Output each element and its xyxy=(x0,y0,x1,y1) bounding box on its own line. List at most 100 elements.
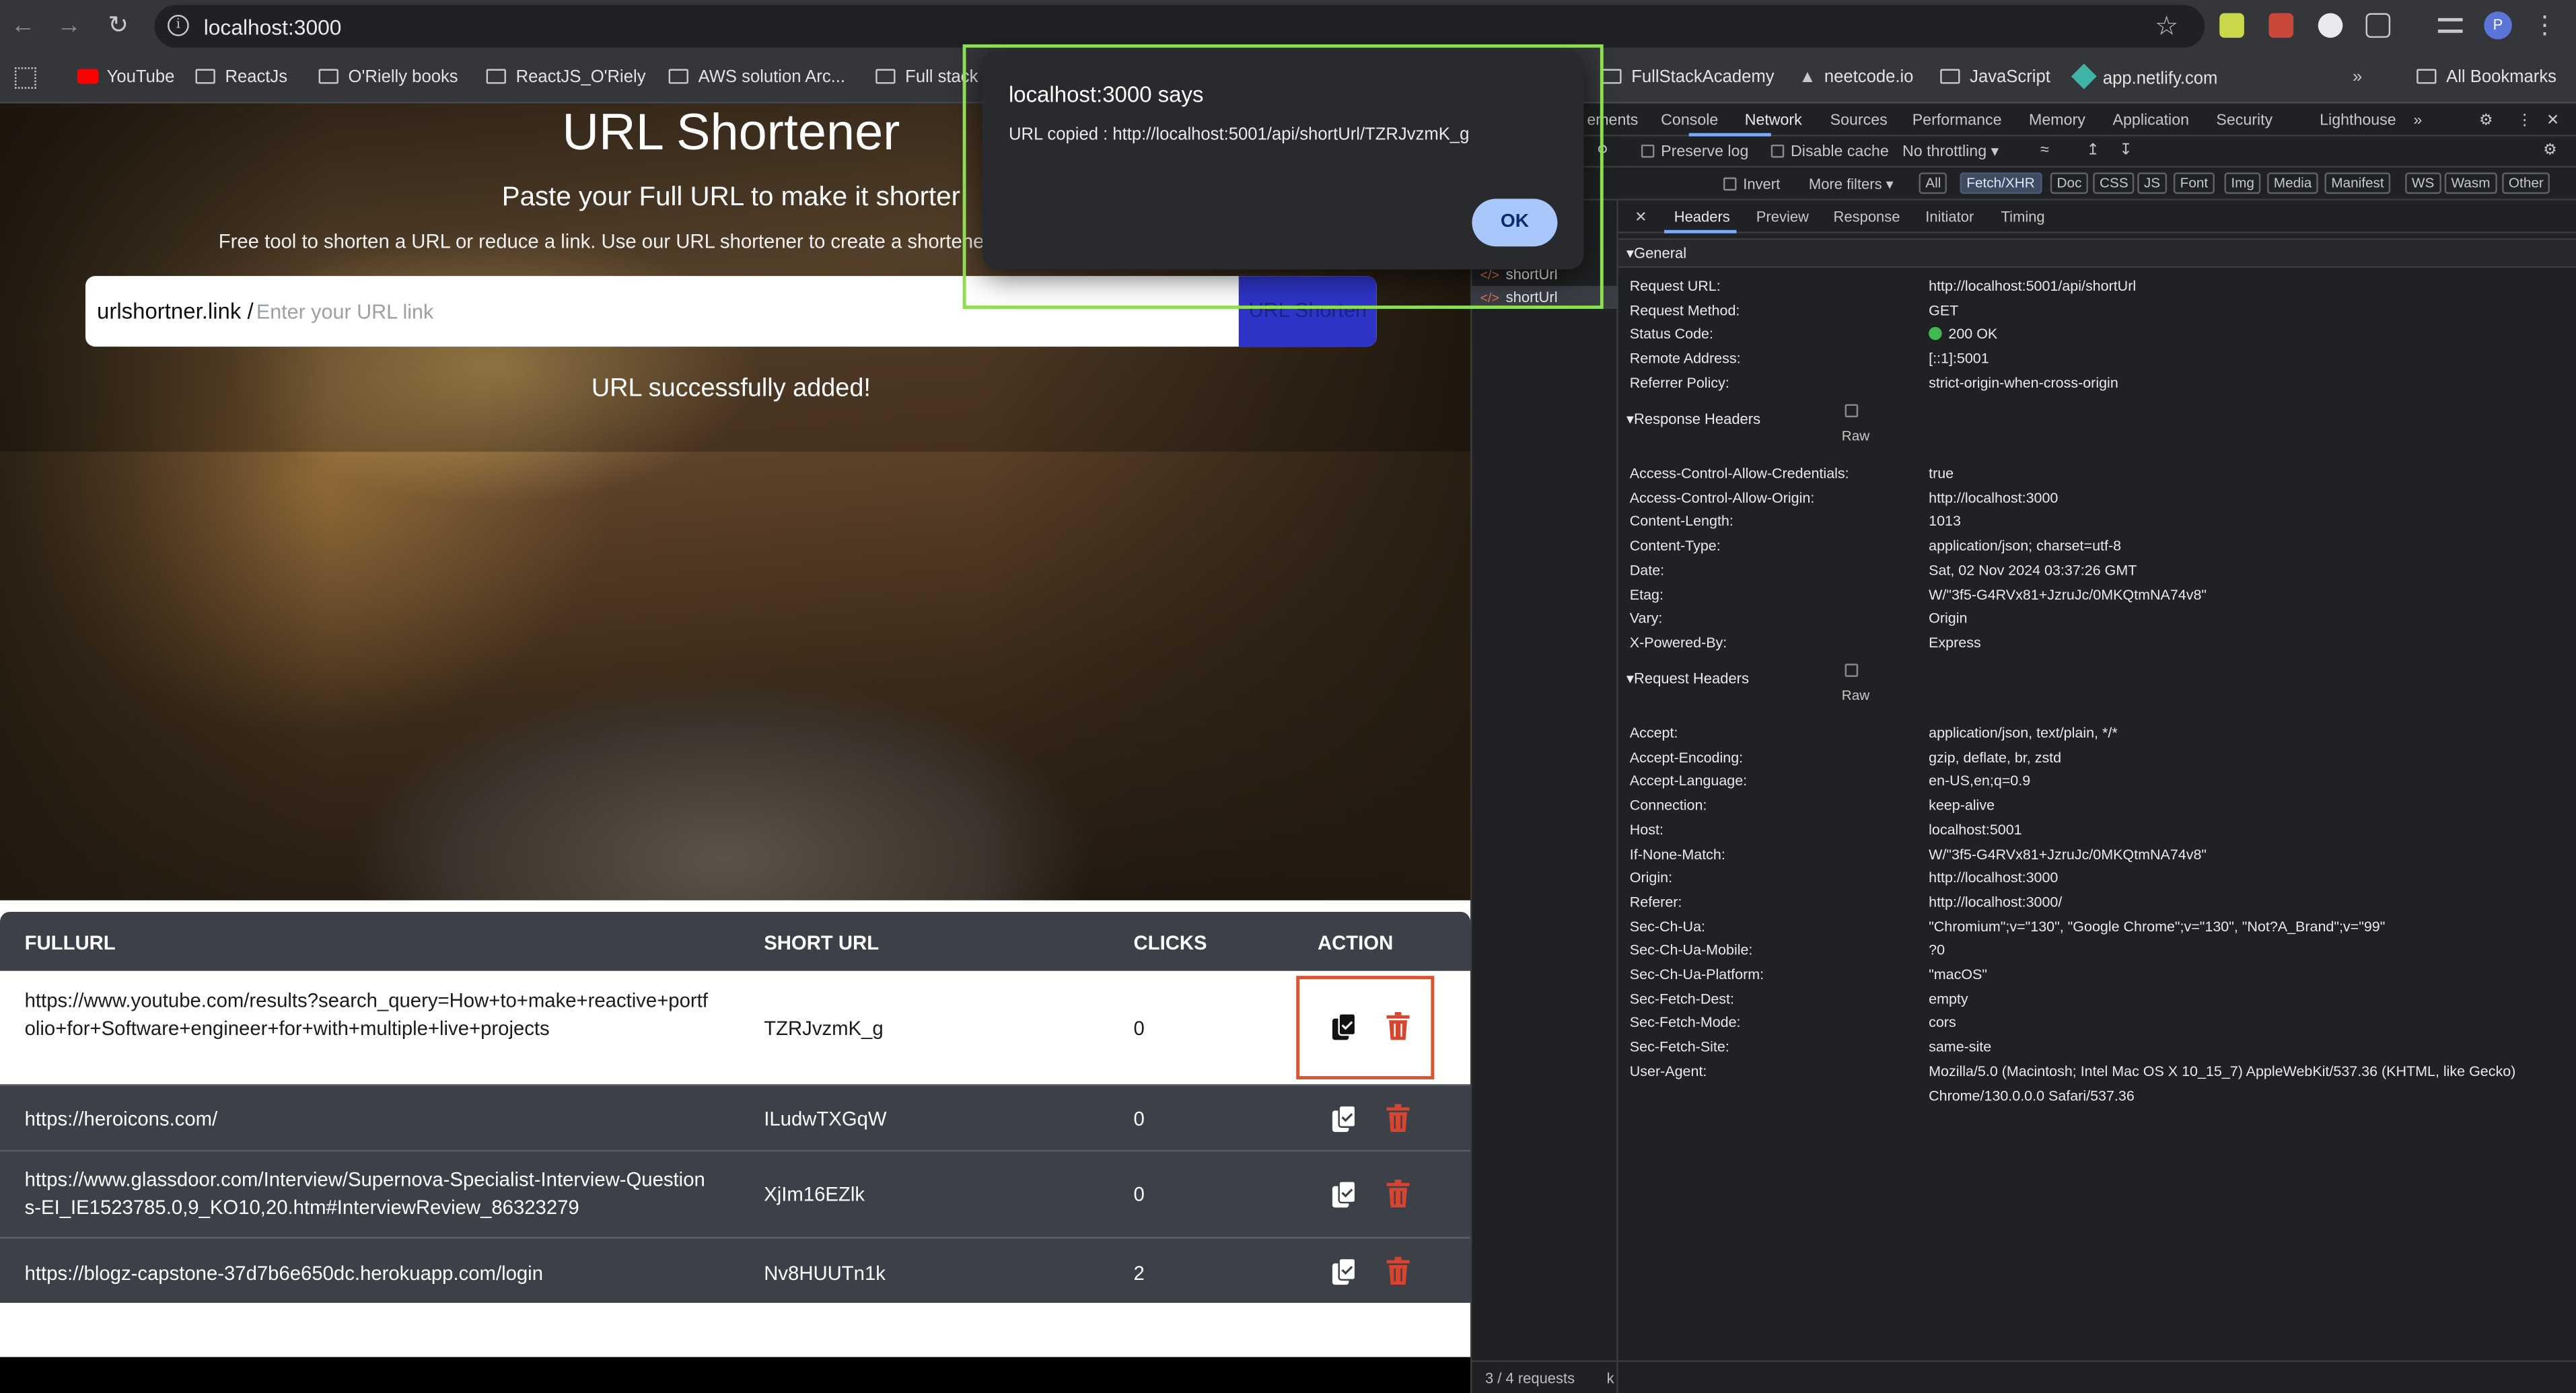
copy-icon[interactable] xyxy=(1330,1104,1357,1134)
close-details-icon[interactable]: ✕ xyxy=(1635,209,1647,227)
devtools-tabs: ements Console Network Sources Performan… xyxy=(1472,104,2576,137)
bookmark-item[interactable]: app.netlify.com xyxy=(2071,63,2217,90)
bookmark-item[interactable]: YouTube xyxy=(77,67,175,87)
bookmark-label: YouTube xyxy=(106,67,175,87)
filter-bar: Invert More filters ▾ All Fetch/XHR Doc … xyxy=(1472,168,2576,201)
response-headers-section-header[interactable]: ▾Response Headers xyxy=(1618,406,2576,435)
tab-console[interactable]: Console xyxy=(1661,112,1718,130)
address-url[interactable]: localhost:3000 xyxy=(204,15,342,40)
more-filters-dropdown[interactable]: More filters ▾ xyxy=(1809,176,1894,194)
extension-icon[interactable] xyxy=(2268,13,2294,38)
filter-all[interactable]: All xyxy=(1919,172,1948,194)
raw-toggle-checkbox[interactable] xyxy=(1845,664,1859,677)
invert-checkbox[interactable]: Invert xyxy=(1723,176,1780,192)
filter-font[interactable]: Font xyxy=(2173,172,2215,194)
active-detail-tab-indicator xyxy=(1664,229,1737,234)
more-tabs-icon[interactable]: » xyxy=(2413,112,2422,130)
full-url[interactable]: https://www.glassdoor.com/Interview/Supe… xyxy=(25,1166,715,1221)
tab-preview[interactable]: Preview xyxy=(1756,209,1809,225)
devtools-menu-icon[interactable]: ⋮ xyxy=(2517,112,2532,130)
delete-icon[interactable] xyxy=(1386,1256,1410,1285)
general-section-header[interactable]: ▾General xyxy=(1618,238,2576,268)
all-bookmarks[interactable]: All Bookmarks xyxy=(2417,67,2556,87)
full-url[interactable]: https://www.youtube.com/results?search_q… xyxy=(25,987,715,1042)
throttling-select[interactable]: No throttling ▾ xyxy=(1902,143,1999,161)
network-settings-icon[interactable]: ⚙ xyxy=(2543,141,2557,159)
filter-fetch-xhr[interactable]: Fetch/XHR xyxy=(1960,172,2042,194)
import-har-icon[interactable]: ↥ xyxy=(2086,141,2099,159)
all-bookmarks-label: All Bookmarks xyxy=(2446,67,2556,87)
header-key: Remote Address: xyxy=(1629,350,1741,367)
short-url[interactable]: TZRJvzmK_g xyxy=(764,1015,883,1042)
header-key: Access-Control-Allow-Credentials: xyxy=(1629,464,1849,482)
close-devtools-icon[interactable]: ✕ xyxy=(2546,112,2559,130)
header-value: Mozilla/5.0 (Macintosh; Intel Mac OS X 1… xyxy=(1929,1063,2516,1104)
bookmark-label: AWS solution Arc... xyxy=(698,67,846,87)
copy-icon[interactable] xyxy=(1330,1180,1357,1209)
full-url[interactable]: https://heroicons.com/ xyxy=(25,1106,715,1133)
tab-initiator[interactable]: Initiator xyxy=(1925,209,1974,225)
back-icon[interactable]: ← xyxy=(8,11,38,41)
bookmark-item[interactable]: O'Rielly books xyxy=(318,67,458,87)
header-key: Date: xyxy=(1629,561,1665,578)
export-har-icon[interactable]: ↧ xyxy=(2119,141,2132,159)
more-bookmarks-icon[interactable]: » xyxy=(2353,67,2362,87)
network-conditions-icon[interactable]: ≈ xyxy=(2040,141,2049,159)
profile-avatar[interactable]: P xyxy=(2484,11,2512,40)
tab-performance[interactable]: Performance xyxy=(1912,112,2002,130)
filter-other[interactable]: Other xyxy=(2502,172,2550,194)
table-row: https://blogz-capstone-37d7b6e650dc.hero… xyxy=(0,1237,1470,1303)
short-url[interactable]: Nv8HUUTn1k xyxy=(764,1260,886,1287)
header-value: ?0 xyxy=(1929,941,1945,959)
site-info-icon[interactable]: i xyxy=(168,14,189,36)
delete-icon[interactable] xyxy=(1386,1179,1410,1208)
delete-icon[interactable] xyxy=(1386,1104,1410,1133)
apps-grid-icon[interactable] xyxy=(14,67,36,89)
bookmark-item[interactable]: ReactJs xyxy=(195,67,288,87)
short-url[interactable]: XjIm16EZlk xyxy=(764,1181,865,1208)
bookmark-item[interactable]: FullStackAcademy xyxy=(1602,67,1775,87)
extensions-puzzle-icon[interactable] xyxy=(2365,13,2391,38)
reload-icon[interactable]: ↻ xyxy=(104,11,133,41)
filter-img[interactable]: Img xyxy=(2224,172,2261,194)
filter-media[interactable]: Media xyxy=(2267,172,2319,194)
tab-headers[interactable]: Headers xyxy=(1674,209,1730,225)
bookmark-item[interactable]: ▲ neetcode.io xyxy=(1799,67,1913,87)
full-url[interactable]: https://blogz-capstone-37d7b6e650dc.hero… xyxy=(25,1260,715,1287)
copy-icon[interactable] xyxy=(1330,1257,1357,1287)
settings-gear-icon[interactable]: ⚙ xyxy=(2479,112,2493,130)
tab-timing[interactable]: Timing xyxy=(2001,209,2045,225)
header-value: application/json; charset=utf-8 xyxy=(1929,537,2122,554)
filter-css[interactable]: CSS xyxy=(2093,172,2135,194)
bookmark-item[interactable]: AWS solution Arc... xyxy=(668,67,846,87)
tab-lighthouse[interactable]: Lighthouse xyxy=(2320,112,2396,130)
header-key: Access-Control-Allow-Origin: xyxy=(1629,489,1815,506)
filter-ws[interactable]: WS xyxy=(2405,172,2441,194)
request-headers-section-header[interactable]: ▾Request Headers xyxy=(1618,666,2576,695)
tab-memory[interactable]: Memory xyxy=(2029,112,2085,130)
media-controls-icon[interactable] xyxy=(2437,17,2463,33)
bookmark-label: ReactJs xyxy=(225,67,288,87)
bookmark-item[interactable]: ReactJS_O'Riely xyxy=(486,67,646,87)
tab-sources[interactable]: Sources xyxy=(1830,112,1888,130)
browser-menu-icon[interactable]: ⋮ xyxy=(2530,11,2560,41)
bookmark-item[interactable]: JavaScript xyxy=(1940,67,2050,87)
tab-response[interactable]: Response xyxy=(1834,209,1900,225)
preserve-log-checkbox[interactable]: Preserve log xyxy=(1641,143,1748,161)
extension-icon[interactable] xyxy=(2219,13,2244,38)
short-url[interactable]: ILudwTXGqW xyxy=(764,1106,886,1133)
extension-icon[interactable] xyxy=(2318,13,2343,38)
disable-cache-checkbox[interactable]: Disable cache xyxy=(1770,143,1889,161)
folder-icon xyxy=(1940,69,1960,84)
bookmark-star-icon[interactable]: ☆ xyxy=(2155,10,2178,43)
filter-manifest[interactable]: Manifest xyxy=(2324,172,2391,194)
tab-network[interactable]: Network xyxy=(1745,112,1802,130)
forward-icon[interactable]: → xyxy=(55,11,84,41)
tab-application[interactable]: Application xyxy=(2113,112,2189,130)
filter-wasm[interactable]: Wasm xyxy=(2444,172,2497,194)
filter-doc[interactable]: Doc xyxy=(2050,172,2089,194)
address-bar[interactable]: i localhost:3000 ☆ xyxy=(154,5,2205,48)
tab-security[interactable]: Security xyxy=(2216,112,2273,130)
filter-js[interactable]: JS xyxy=(2137,172,2167,194)
raw-toggle-checkbox[interactable] xyxy=(1845,404,1859,418)
